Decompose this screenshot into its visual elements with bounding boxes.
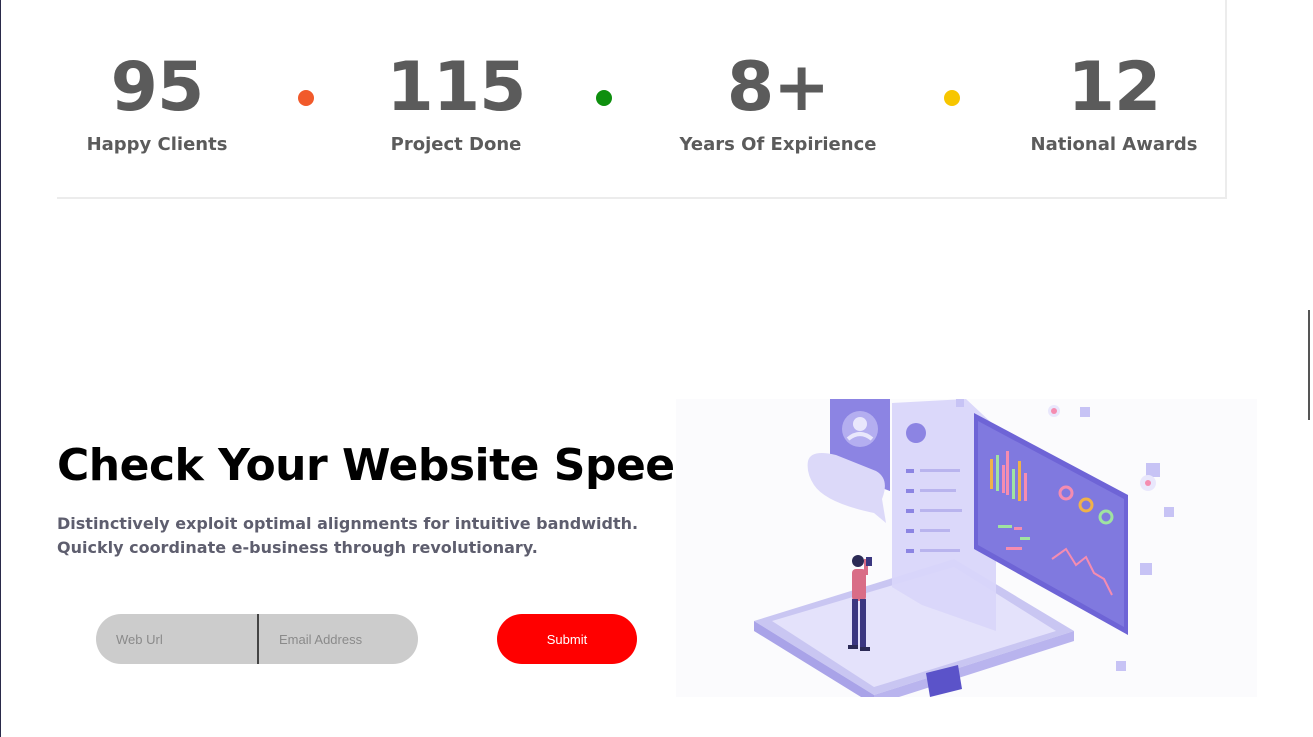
web-url-input[interactable] — [96, 614, 257, 664]
yellow-dot — [944, 90, 960, 106]
stat-label: Project Done — [390, 134, 522, 155]
stat-number: 115 — [386, 48, 527, 127]
stat-label: Years Of Expirience — [679, 134, 877, 155]
scrollbar-thumb[interactable] — [1308, 310, 1310, 420]
stat-number: 8+ — [726, 48, 830, 127]
stat-number: 95 — [110, 48, 205, 127]
email-input[interactable] — [259, 614, 418, 664]
hero-title: Check Your Website Speed — [57, 440, 706, 491]
dashboard-illustration — [676, 399, 1257, 697]
stat-number: 12 — [1067, 48, 1162, 127]
page-scrollbar[interactable] — [1305, 0, 1313, 737]
stat-national-awards: 12 National Awards — [1014, 0, 1214, 156]
speed-check-form — [96, 614, 418, 664]
submit-button[interactable]: Submit — [497, 614, 637, 664]
stat-happy-clients: 95 Happy Clients — [57, 0, 257, 156]
hero-description: Distinctively exploit optimal alignments… — [57, 514, 639, 557]
stat-project-done: 115 Project Done — [356, 0, 556, 156]
green-dot — [596, 90, 612, 106]
orange-dot — [298, 90, 314, 106]
stat-years-experience: 8+ Years Of Expirience — [668, 0, 888, 156]
stat-label: Happy Clients — [86, 134, 228, 155]
stats-panel: 95 Happy Clients 115 Project Done 8+ Yea… — [57, 0, 1227, 199]
viewport-edge — [0, 0, 1, 737]
stat-label: National Awards — [1030, 134, 1198, 155]
